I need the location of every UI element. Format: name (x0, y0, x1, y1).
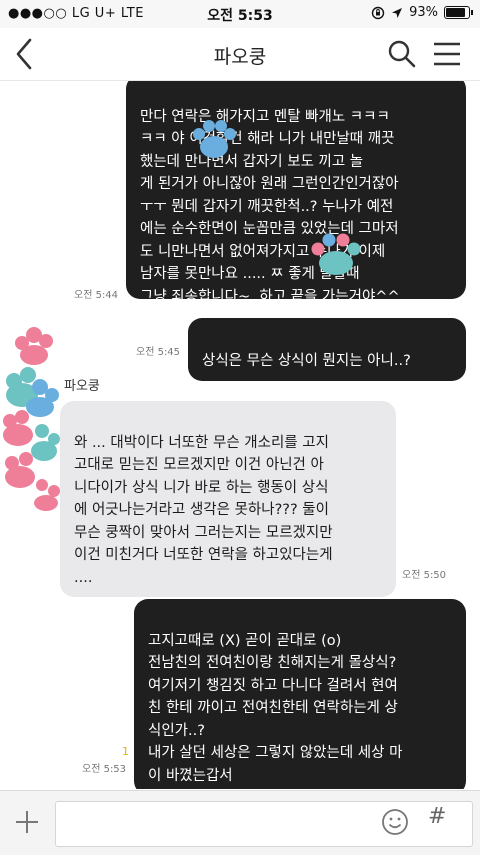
status-bar: ●●●○○ LG U+ LTE 오전 5:53 93% (0, 0, 480, 28)
message-bubble-received[interactable]: 와 ... 대박이다 너또한 무슨 개소리를 고지 고대로 믿는진 모르겠지만 … (60, 401, 396, 597)
message-bubble-sent[interactable]: 만다 연락은 해가지고 멘탈 빠개노 ㅋㅋㅋ ㅋㅋ 야 이것할건 해라 니가 내… (126, 81, 466, 305)
battery-icon (444, 6, 473, 19)
chat-header: 파오쿵 (0, 28, 480, 81)
message-bubble-sent[interactable]: 고지고때로 (X) 곧이 곧대로 (o) 전남친의 전여친이랑 친해지는게 몰상… (134, 599, 466, 789)
hash-search-button[interactable]: # (428, 804, 446, 829)
message-input-bar: # (0, 790, 480, 855)
profile-avatar[interactable] (0, 321, 62, 511)
message-time: 오전 5:50 (402, 570, 447, 581)
message-text: 상식은 무슨 상식이 뭔지는 아니..? (202, 352, 411, 369)
message-text: 와 ... 대박이다 너또한 무슨 개소리를 고지 고대로 믿는진 모르겠지만 … (74, 434, 333, 586)
message-time: 오전 5:53 (82, 764, 127, 775)
search-icon[interactable] (386, 38, 418, 70)
paw-sticker-icon (193, 120, 236, 158)
menu-icon[interactable] (432, 40, 462, 68)
sender-name: 파오쿵 (64, 379, 100, 394)
plus-icon[interactable] (12, 807, 42, 837)
paw-sticker-icon (311, 233, 361, 275)
rotation-lock-icon (371, 6, 385, 19)
battery-percent: 93% (409, 5, 438, 20)
message-time: 오전 5:44 (74, 290, 119, 301)
message-text: 고지고때로 (X) 곧이 곧대로 (o) 전남친의 전여친이랑 친해지는게 몰상… (148, 632, 403, 784)
message-input[interactable] (55, 801, 473, 847)
unread-count: 1 (122, 745, 129, 758)
emoticon-icon[interactable] (380, 807, 410, 837)
chat-message-list[interactable]: 만다 연락은 해가지고 멘탈 빠개노 ㅋㅋㅋ ㅋㅋ 야 이것할건 해라 니가 내… (0, 81, 480, 789)
message-bubble-sent[interactable]: 상식은 무슨 상식이 뭔지는 아니..? (188, 318, 466, 381)
status-right: 93% (371, 5, 473, 20)
location-arrow-icon (392, 7, 403, 18)
message-time: 오전 5:45 (136, 347, 181, 358)
